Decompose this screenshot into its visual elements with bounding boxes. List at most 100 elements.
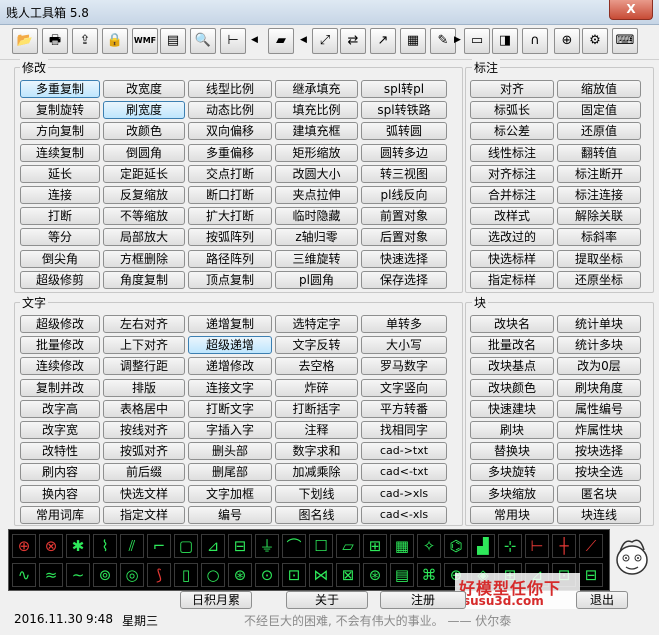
modify-button-3-2[interactable]: 多重偏移 <box>188 143 272 162</box>
symbol-cell-icon[interactable]: ⊹ <box>498 534 522 558</box>
symbol-cell-icon[interactable]: ◎ <box>120 563 144 587</box>
exit-button[interactable]: 退出 <box>576 591 628 609</box>
symbol-cell-icon[interactable]: ∼ <box>66 563 90 587</box>
symbol-cell-icon[interactable]: ∿ <box>12 563 36 587</box>
modify-button-0-1[interactable]: 改宽度 <box>103 80 185 98</box>
edit-icon[interactable]: ✎ <box>430 28 456 54</box>
text-button-8-2[interactable]: 文字加框 <box>188 484 272 503</box>
symbol-cell-icon[interactable]: ▟ <box>471 534 495 558</box>
print-icon[interactable]: 🖶 <box>42 28 68 54</box>
symbol-cell-icon[interactable]: ⊕ <box>12 534 36 558</box>
text-button-7-1[interactable]: 前后缀 <box>103 463 185 482</box>
text-button-4-4[interactable]: 平方转番 <box>361 399 447 418</box>
text-button-4-0[interactable]: 改字高 <box>20 399 100 418</box>
text-button-4-3[interactable]: 打断括字 <box>275 399 358 418</box>
text-button-5-2[interactable]: 字插入字 <box>188 421 272 439</box>
block-button-2-0[interactable]: 改块基点 <box>470 357 554 376</box>
text-button-5-0[interactable]: 改字宽 <box>20 421 100 439</box>
modify-button-7-3[interactable]: z轴归零 <box>275 228 358 247</box>
modify-button-6-2[interactable]: 扩大打断 <box>188 207 272 226</box>
dim-button-7-1[interactable]: 标斜率 <box>557 228 641 247</box>
text-button-4-1[interactable]: 表格居中 <box>103 399 185 418</box>
text-button-4-2[interactable]: 打断文字 <box>188 399 272 418</box>
text-button-8-1[interactable]: 快选文样 <box>103 484 185 503</box>
block-button-2-1[interactable]: 改为0层 <box>557 357 641 376</box>
block-button-7-0[interactable]: 多块旋转 <box>470 463 554 482</box>
symbol-cell-icon[interactable]: ▢ <box>174 534 198 558</box>
modify-button-6-3[interactable]: 临时隐藏 <box>275 207 358 226</box>
text-button-2-0[interactable]: 连续修改 <box>20 357 100 376</box>
dim-button-9-0[interactable]: 指定标样 <box>470 270 554 289</box>
text-button-2-3[interactable]: 去空格 <box>275 357 358 376</box>
text-button-9-1[interactable]: 指定文样 <box>103 505 185 524</box>
palette-icon[interactable]: ▦ <box>400 28 426 54</box>
symbol-cell-icon[interactable]: ⊛ <box>363 563 387 587</box>
modify-button-8-0[interactable]: 倒尖角 <box>20 249 100 268</box>
text-button-0-0[interactable]: 超级修改 <box>20 315 100 333</box>
symbol-cell-icon[interactable]: ▱ <box>336 534 360 558</box>
block-button-7-1[interactable]: 按块全选 <box>557 463 641 482</box>
magnet-icon[interactable]: ∩ <box>522 28 548 54</box>
text-button-7-2[interactable]: 删尾部 <box>188 463 272 482</box>
modify-button-0-0[interactable]: 多重复制 <box>20 80 100 98</box>
dim-button-5-1[interactable]: 标注连接 <box>557 186 641 204</box>
dim-button-9-1[interactable]: 还原坐标 <box>557 270 641 289</box>
symbol-cell-icon[interactable]: ≈ <box>39 563 63 587</box>
symbol-cell-icon[interactable]: ⊟ <box>228 534 252 558</box>
symbol-cell-icon[interactable]: ⊢ <box>525 534 549 558</box>
block-button-3-0[interactable]: 改块颜色 <box>470 378 554 397</box>
modify-button-9-1[interactable]: 角度复制 <box>103 270 185 289</box>
modify-button-3-3[interactable]: 矩形缩放 <box>275 143 358 162</box>
modify-button-1-4[interactable]: spl转铁路 <box>361 101 447 120</box>
modify-button-2-1[interactable]: 改颜色 <box>103 122 185 141</box>
modify-button-0-2[interactable]: 线型比例 <box>188 80 272 98</box>
block-button-4-0[interactable]: 快速建块 <box>470 399 554 418</box>
modify-button-5-4[interactable]: pl线反向 <box>361 186 447 204</box>
text-button-5-3[interactable]: 注释 <box>275 421 358 439</box>
text-button-9-2[interactable]: 编号 <box>188 505 272 524</box>
modify-button-8-1[interactable]: 方框删除 <box>103 249 185 268</box>
modify-button-8-2[interactable]: 路径阵列 <box>188 249 272 268</box>
about-button[interactable]: 关于 <box>286 591 368 609</box>
symbol-cell-icon[interactable]: ▦ <box>390 534 414 558</box>
text-button-2-2[interactable]: 递增修改 <box>188 357 272 376</box>
text-button-6-4[interactable]: cad->txt <box>361 442 447 461</box>
register-button[interactable]: 注册 <box>380 591 466 609</box>
symbol-cell-icon[interactable]: ⌇ <box>93 534 117 558</box>
toolbar-scroll-right-icon[interactable]: ▶ <box>454 35 461 45</box>
text-button-6-2[interactable]: 删头部 <box>188 442 272 461</box>
symbol-cell-icon[interactable]: ⊗ <box>39 534 63 558</box>
modify-button-6-4[interactable]: 前置对象 <box>361 207 447 226</box>
text-button-6-0[interactable]: 改特性 <box>20 442 100 461</box>
modify-button-4-0[interactable]: 延长 <box>20 164 100 183</box>
text-button-2-4[interactable]: 罗马数字 <box>361 357 447 376</box>
block-button-0-1[interactable]: 统计单块 <box>557 315 641 333</box>
modify-button-3-1[interactable]: 倒圆角 <box>103 143 185 162</box>
text-button-7-3[interactable]: 加减乘除 <box>275 463 358 482</box>
dimension-icon[interactable]: ⊢ <box>220 28 246 54</box>
symbol-cell-icon[interactable]: ⊛ <box>228 563 252 587</box>
modify-button-9-3[interactable]: pl圆角 <box>275 270 358 289</box>
text-button-5-4[interactable]: 找相同字 <box>361 421 447 439</box>
block-button-1-1[interactable]: 统计多块 <box>557 336 641 355</box>
block-button-3-1[interactable]: 刷块角度 <box>557 378 641 397</box>
text-button-9-0[interactable]: 常用词库 <box>20 505 100 524</box>
text-button-8-4[interactable]: cad->xls <box>361 484 447 503</box>
text-button-1-1[interactable]: 上下对齐 <box>103 336 185 355</box>
modify-button-4-4[interactable]: 转三视图 <box>361 164 447 183</box>
dim-button-2-0[interactable]: 标公差 <box>470 122 554 141</box>
modify-button-7-2[interactable]: 按弧阵列 <box>188 228 272 247</box>
dim-button-3-1[interactable]: 翻转值 <box>557 143 641 162</box>
symbol-cell-icon[interactable]: ⋈ <box>309 563 333 587</box>
dim-button-4-1[interactable]: 标注断开 <box>557 164 641 183</box>
symbol-cell-icon[interactable]: ⊿ <box>201 534 225 558</box>
symbol-cell-icon[interactable]: ✱ <box>66 534 90 558</box>
symbol-cell-icon[interactable]: ⫽ <box>120 534 144 558</box>
text-button-0-1[interactable]: 左右对齐 <box>103 315 185 333</box>
modify-button-7-4[interactable]: 后置对象 <box>361 228 447 247</box>
text-button-0-2[interactable]: 递增复制 <box>188 315 272 333</box>
symbol-cell-icon[interactable]: ⟋ <box>579 534 603 558</box>
block-button-8-1[interactable]: 匿名块 <box>557 484 641 503</box>
text-button-1-0[interactable]: 批量修改 <box>20 336 100 355</box>
modify-button-1-2[interactable]: 动态比例 <box>188 101 272 120</box>
